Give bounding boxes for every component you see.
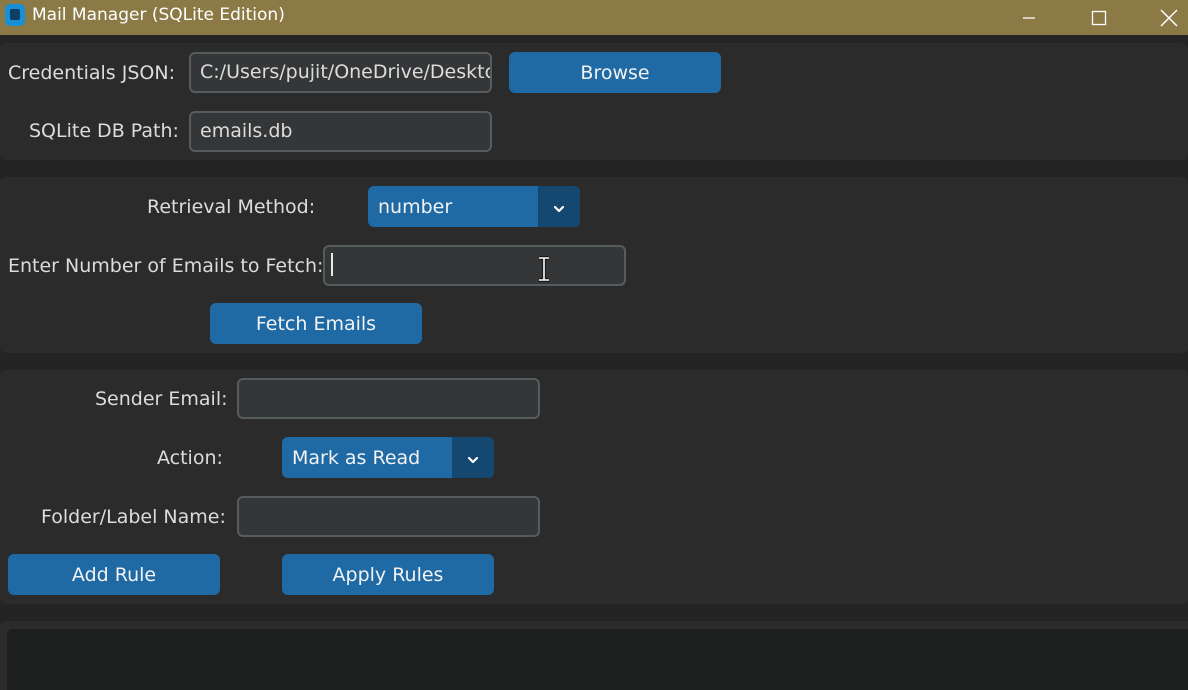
log-textbox[interactable] (7, 629, 1188, 690)
maximize-button[interactable] (1076, 0, 1122, 35)
add-rule-button[interactable]: Add Rule (8, 554, 220, 595)
credentials-path-input[interactable]: C:/Users/pujit/OneDrive/Desktc (189, 52, 492, 93)
db-path-label: SQLite DB Path: (29, 120, 179, 142)
fetch-emails-button[interactable]: Fetch Emails (210, 303, 422, 344)
sender-email-input[interactable] (237, 378, 540, 419)
folder-label-name-label: Folder/Label Name: (41, 506, 226, 528)
email-count-input[interactable] (323, 245, 626, 286)
credentials-label: Credentials JSON: (8, 62, 175, 84)
folder-label-name-input[interactable] (237, 496, 540, 537)
retrieval-method-dropdown[interactable]: number (368, 186, 580, 227)
sender-email-label: Sender Email: (95, 388, 228, 410)
retrieval-method-label: Retrieval Method: (147, 196, 316, 218)
action-label: Action: (157, 447, 223, 469)
apply-rules-button[interactable]: Apply Rules (282, 554, 494, 595)
minimize-icon (1022, 11, 1036, 25)
close-button[interactable] (1146, 0, 1188, 35)
text-caret (331, 253, 333, 276)
dropdown-arrow[interactable] (452, 437, 494, 478)
action-dropdown[interactable]: Mark as Read (282, 437, 494, 478)
app-icon (5, 4, 25, 26)
close-icon (1160, 8, 1178, 27)
maximize-icon (1091, 10, 1107, 26)
title-bar: Mail Manager (SQLite Edition) (0, 0, 1188, 35)
window-title: Mail Manager (SQLite Edition) (32, 5, 285, 25)
db-path-input[interactable]: emails.db (189, 111, 492, 152)
action-value: Mark as Read (292, 446, 421, 469)
chevron-down-icon (553, 196, 565, 218)
chevron-down-icon (467, 447, 479, 469)
minimize-button[interactable] (1006, 0, 1052, 35)
dropdown-arrow[interactable] (538, 186, 580, 227)
text-cursor-icon (536, 256, 552, 286)
email-count-label: Enter Number of Emails to Fetch: (8, 255, 324, 277)
retrieval-method-value: number (378, 195, 453, 218)
browse-button[interactable]: Browse (509, 52, 721, 93)
